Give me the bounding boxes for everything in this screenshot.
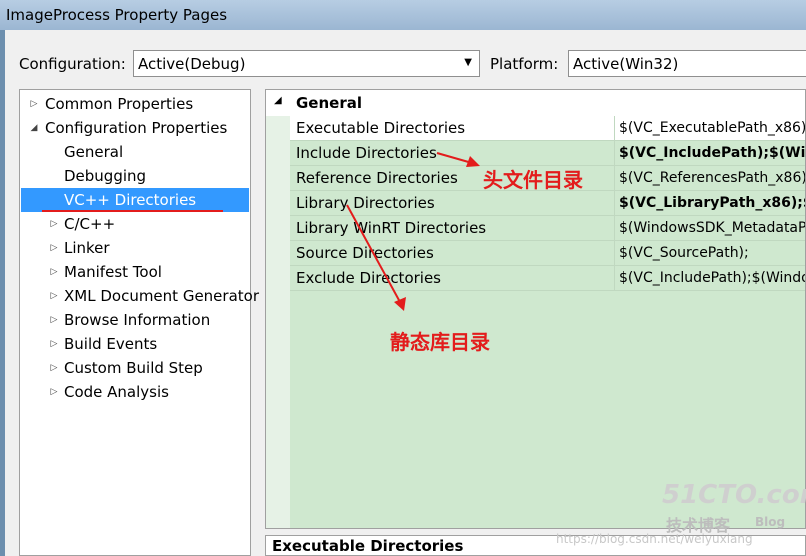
annotation-include-text: 头文件目录: [483, 168, 583, 192]
include-arrow-line: [436, 152, 473, 164]
include-arrow-head: [466, 156, 480, 167]
watermark-blog: Blog: [755, 515, 786, 529]
library-arrow-head: [394, 297, 406, 311]
library-arrow-line: [346, 204, 401, 303]
annotation-overlay: [42, 152, 480, 311]
annotation-library-text: 静态库目录: [390, 330, 490, 354]
watermark-url: https://blog.csdn.net/weiyuxiang: [556, 532, 753, 546]
watermark-logo: 51CTO.com: [662, 480, 806, 510]
